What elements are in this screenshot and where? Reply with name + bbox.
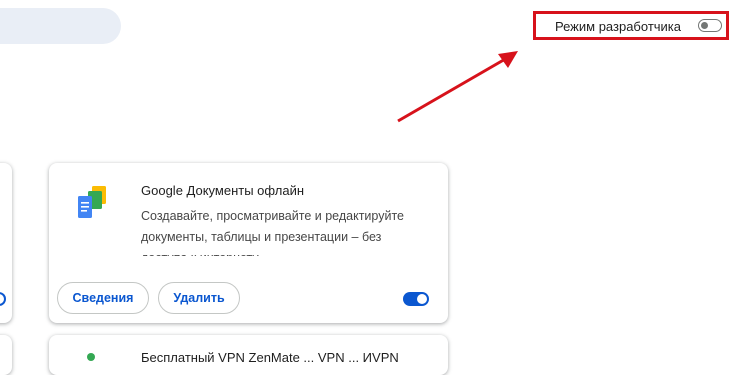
arrow-head bbox=[498, 51, 518, 68]
extension-enable-toggle[interactable] bbox=[403, 292, 429, 306]
extension-card-partial-bottom bbox=[0, 335, 12, 375]
details-button[interactable]: Сведения bbox=[57, 282, 149, 314]
extension-description: Создавайте, просматривайте и редактируйт… bbox=[141, 209, 404, 256]
extension-title: Google Документы офлайн bbox=[141, 183, 305, 198]
extension-card-partial bbox=[0, 163, 12, 323]
google-docs-offline-icon bbox=[78, 186, 106, 218]
toggle-knob bbox=[417, 294, 427, 304]
extension-icon bbox=[87, 353, 95, 361]
remove-button[interactable]: Удалить bbox=[158, 282, 240, 314]
arrow-line bbox=[397, 56, 508, 123]
extension-toggle-partial[interactable] bbox=[0, 292, 6, 306]
extension-card-next: Бесплатный VPN ZenMate ... VPN ... ИVPN bbox=[49, 335, 448, 375]
extension-card: Google Документы офлайн Создавайте, прос… bbox=[49, 163, 448, 323]
